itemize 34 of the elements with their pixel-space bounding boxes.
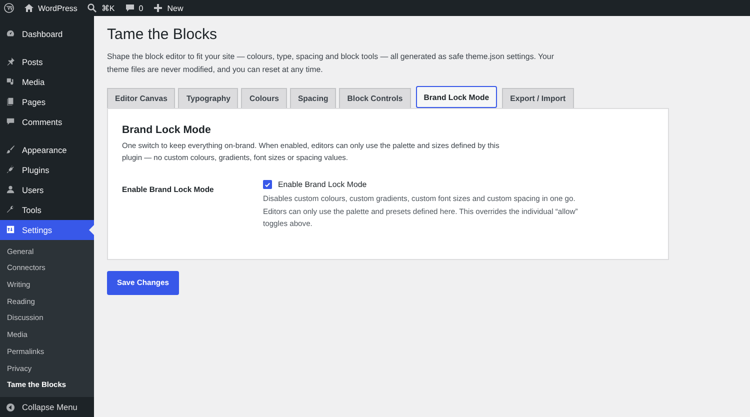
menu-item[interactable]: Dashboard [0, 24, 94, 44]
menu-item[interactable]: Plugins [0, 160, 94, 180]
admin-bar-item[interactable]: 0 [124, 3, 144, 13]
collapse-icon [6, 402, 15, 412]
media-icon [6, 77, 15, 86]
person-icon [6, 185, 15, 194]
paintbrush-icon [6, 145, 15, 154]
wordpress-logo-icon[interactable] [4, 3, 14, 13]
menu-item[interactable]: Tools [0, 200, 94, 220]
menu-item[interactable]: Pages [0, 92, 94, 112]
menu-item[interactable]: Posts [0, 52, 94, 72]
pushpin-icon [6, 57, 15, 66]
menu-item[interactable]: Users [0, 180, 94, 200]
speech-bubble-icon[interactable] [124, 3, 135, 13]
menu-item[interactable]: Media [0, 72, 94, 92]
menu-item[interactable]: Settings [0, 220, 94, 240]
plus-icon[interactable] [153, 3, 164, 13]
panel-heading: Brand Lock Mode [122, 124, 212, 136]
speech-bubble-icon [6, 117, 15, 126]
checkbox[interactable] [263, 180, 272, 189]
collapse-menu-button[interactable]: Collapse Menu [0, 397, 94, 417]
wrench-icon [6, 205, 15, 214]
admin-bar-item[interactable]: ⌘K [87, 3, 115, 13]
admin-bar-item[interactable]: WordPress [24, 3, 78, 13]
home-icon[interactable] [24, 3, 34, 13]
menu-item[interactable]: Comments [0, 112, 94, 132]
search-icon[interactable] [87, 3, 98, 13]
admin-bar-item[interactable]: New [153, 3, 184, 13]
menu-item[interactable]: Appearance [0, 140, 94, 160]
page-title: Tame the Blocks [107, 26, 218, 43]
settings-icon [6, 225, 15, 234]
pages-icon [6, 97, 15, 106]
plug-icon [6, 165, 15, 174]
gauge-icon [6, 29, 15, 38]
